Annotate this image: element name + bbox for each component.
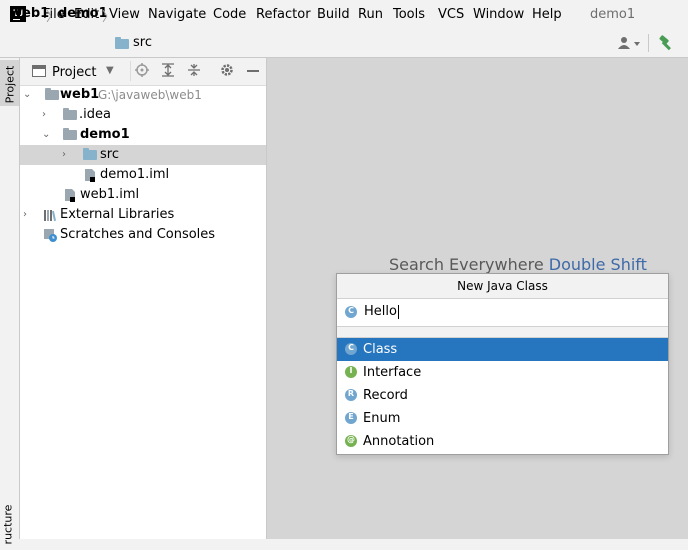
popup-separator xyxy=(337,327,668,338)
module-folder-icon xyxy=(63,128,77,140)
tree-item-idea[interactable]: › .idea xyxy=(20,105,266,125)
gear-icon[interactable] xyxy=(220,63,234,80)
project-view-icon xyxy=(32,65,46,77)
expand-all-icon[interactable] xyxy=(161,63,175,80)
class-name-input[interactable]: C Hello xyxy=(337,299,668,327)
hint-shortcut: Double Shift xyxy=(548,255,647,274)
menu-build[interactable]: Build xyxy=(317,7,350,22)
module-folder-icon xyxy=(45,88,59,100)
chevron-down-icon[interactable]: ⌄ xyxy=(42,125,50,145)
record-icon: R xyxy=(345,389,357,401)
option-annotation[interactable]: @ Annotation xyxy=(337,430,668,453)
text-caret xyxy=(397,304,399,319)
menu-tools[interactable]: Tools xyxy=(393,7,425,22)
tree-item-web1[interactable]: ⌄ web1 G:\javaweb\web1 xyxy=(20,85,266,105)
breadcrumb-separator: 〉 xyxy=(102,10,116,25)
left-tool-strip xyxy=(0,58,20,539)
class-icon: C xyxy=(345,343,357,355)
tree-item-src[interactable]: › src xyxy=(20,145,266,165)
enum-icon: E xyxy=(345,412,357,424)
breadcrumb-demo1[interactable]: demo1 xyxy=(58,6,108,21)
menu-vcs[interactable]: VCS xyxy=(438,7,464,22)
toolbar-divider xyxy=(648,34,649,52)
menu-help[interactable]: Help xyxy=(532,7,562,22)
tree-item-demo1[interactable]: ⌄ demo1 xyxy=(20,125,266,145)
option-interface[interactable]: I Interface xyxy=(337,361,668,384)
toolbar-divider xyxy=(130,61,131,81)
tree-item-web1-iml[interactable]: web1.iml xyxy=(20,185,266,205)
minimize-icon[interactable] xyxy=(247,70,259,72)
source-folder-icon xyxy=(83,148,97,160)
project-panel-title[interactable]: Project xyxy=(52,65,96,80)
option-enum[interactable]: E Enum xyxy=(337,407,668,430)
locate-target-icon[interactable] xyxy=(135,63,149,80)
search-everywhere-hint: Search Everywhere Double Shift xyxy=(389,255,647,274)
class-kind-icon: C xyxy=(345,306,357,318)
tree-item-scratches[interactable]: Scratches and Consoles xyxy=(20,225,266,245)
tree-item-external-libraries[interactable]: › External Libraries xyxy=(20,205,266,225)
class-name-value[interactable]: Hello xyxy=(364,304,397,319)
scratches-icon xyxy=(43,228,57,249)
chevron-right-icon[interactable]: › xyxy=(23,205,27,225)
interface-icon: I xyxy=(345,366,357,378)
navigation-bar xyxy=(0,29,688,58)
breadcrumb-src[interactable]: src xyxy=(133,35,152,50)
breadcrumb-web1[interactable]: web1 xyxy=(10,6,49,21)
menu-code[interactable]: Code xyxy=(213,7,246,22)
menu-run[interactable]: Run xyxy=(358,7,383,22)
tree-item-demo1-iml[interactable]: demo1.iml xyxy=(20,165,266,185)
chevron-down-icon[interactable]: ⌄ xyxy=(23,85,31,105)
menu-window[interactable]: Window xyxy=(473,7,524,22)
user-account-icon[interactable] xyxy=(617,36,643,53)
hint-text: Search Everywhere xyxy=(389,255,544,274)
folder-icon xyxy=(115,37,129,49)
chevron-right-icon[interactable]: › xyxy=(62,145,66,165)
chevron-down-icon[interactable]: ▼ xyxy=(106,65,114,76)
structure-tool-tab-label[interactable]: ructure xyxy=(2,500,15,550)
window-title: demo1 xyxy=(590,7,636,22)
project-tool-tab-label[interactable]: Project xyxy=(4,62,17,108)
option-class[interactable]: C Class xyxy=(337,338,668,361)
collapse-all-icon[interactable] xyxy=(187,63,201,80)
annotation-icon: @ xyxy=(345,435,357,447)
build-hammer-icon[interactable] xyxy=(658,34,676,55)
menu-refactor[interactable]: Refactor xyxy=(256,7,311,22)
folder-icon xyxy=(63,108,77,120)
option-record[interactable]: R Record xyxy=(337,384,668,407)
popup-title: New Java Class xyxy=(337,274,668,299)
menu-navigate[interactable]: Navigate xyxy=(148,7,206,22)
chevron-right-icon[interactable]: › xyxy=(42,105,46,125)
